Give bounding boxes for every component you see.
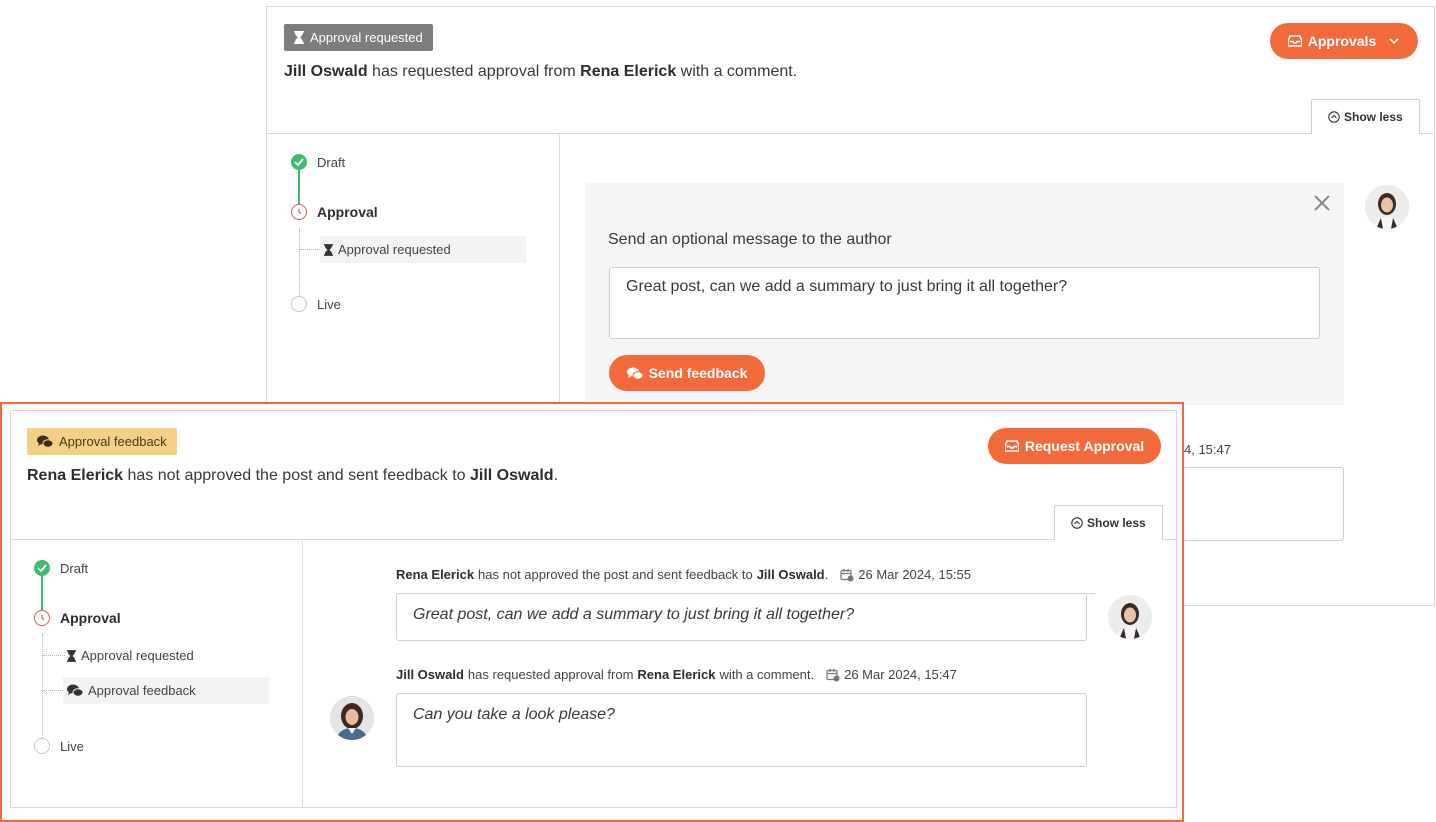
chat-bubbles-icon — [67, 684, 83, 697]
feedback-input[interactable]: Great post, can we add a summary to just… — [609, 267, 1320, 339]
card-header: Approval feedback Rena Elerick has not a… — [11, 411, 1176, 540]
message-bubble: Can you take a look please? — [396, 693, 1087, 767]
show-less-button[interactable]: Show less — [1311, 99, 1420, 134]
timestamp: 26 Mar 2024, 15:55 — [858, 567, 971, 582]
substep-approval-requested[interactable]: Approval requested — [320, 236, 526, 263]
message-meta: Rena Elerick has not approved the post a… — [396, 567, 971, 582]
chat-bubbles-icon — [626, 367, 643, 380]
page-headline: Rena Elerick has not approved the post a… — [27, 467, 559, 484]
check-icon — [291, 154, 307, 170]
step-draft[interactable]: Draft — [34, 560, 88, 576]
avatar — [330, 696, 374, 740]
status-badge: Approval feedback — [27, 428, 177, 455]
clock-icon — [291, 204, 307, 220]
check-icon — [34, 560, 50, 576]
peek-bubble — [1184, 467, 1344, 541]
inbox-icon — [1004, 440, 1019, 452]
avatar — [1108, 595, 1152, 639]
substep-approval-feedback[interactable]: Approval feedback — [63, 677, 269, 704]
avatar — [1365, 185, 1409, 229]
step-live[interactable]: Live — [291, 296, 341, 312]
workflow-sidebar: Draft Approval Approval requested Approv… — [11, 541, 303, 807]
target-name: Jill Oswald — [469, 467, 554, 484]
approval-feedback-card: Approval feedback Rena Elerick has not a… — [10, 410, 1177, 808]
feedback-prompt: Send an optional message to the author — [608, 231, 892, 248]
hourglass-icon — [324, 243, 333, 256]
clock-icon — [34, 610, 50, 626]
calendar-clock-icon — [826, 668, 840, 681]
peek-timestamp: 4, 15:47 — [1184, 442, 1231, 457]
request-approval-button[interactable]: Request Approval — [988, 428, 1161, 464]
step-draft[interactable]: Draft — [291, 154, 345, 170]
highlight-frame: Approval feedback Rena Elerick has not a… — [0, 402, 1184, 822]
page-headline: Jill Oswald has requested approval from … — [284, 63, 798, 80]
calendar-clock-icon — [840, 568, 854, 581]
actor-name: Jill Oswald — [284, 63, 368, 80]
message-bubble: Great post, can we add a summary to just… — [396, 593, 1096, 641]
step-approval[interactable]: Approval — [34, 610, 121, 626]
timestamp: 26 Mar 2024, 15:47 — [844, 667, 957, 682]
hourglass-icon — [67, 649, 76, 662]
target-name: Rena Elerick — [580, 63, 677, 80]
message-meta: Jill Oswald has requested approval from … — [396, 667, 957, 682]
actor-name: Rena Elerick — [27, 467, 124, 484]
chat-bubbles-icon — [37, 435, 53, 448]
send-feedback-button[interactable]: Send feedback — [609, 355, 765, 391]
step-live[interactable]: Live — [34, 738, 84, 754]
feedback-panel: Send an optional message to the author G… — [585, 183, 1344, 405]
step-approval[interactable]: Approval — [291, 204, 378, 220]
approvals-button[interactable]: Approvals — [1270, 23, 1418, 59]
hourglass-icon — [294, 31, 304, 44]
chevron-up-circle-icon — [1071, 517, 1083, 529]
inbox-icon — [1287, 35, 1302, 47]
show-less-button[interactable]: Show less — [1054, 505, 1163, 540]
substep-approval-requested[interactable]: Approval requested — [63, 642, 269, 669]
status-badge: Approval requested — [284, 24, 433, 51]
card-header: Approval requested Jill Oswald has reque… — [267, 7, 1434, 134]
chevron-down-icon — [1389, 38, 1399, 45]
close-icon[interactable] — [1310, 191, 1334, 215]
chevron-up-circle-icon — [1328, 111, 1340, 123]
